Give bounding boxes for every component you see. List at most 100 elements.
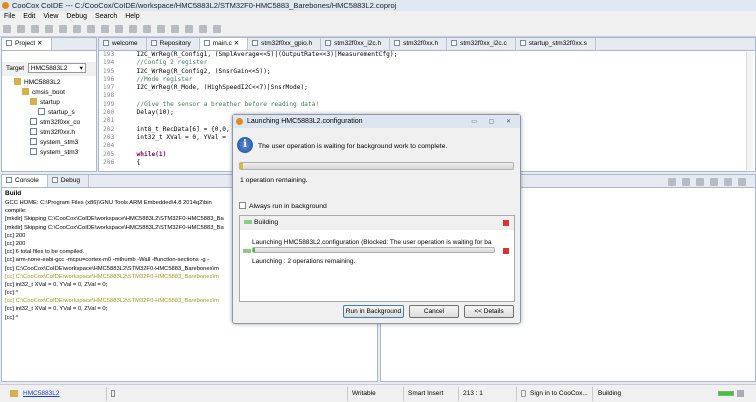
tab-stm32f0xx_i2c-h[interactable]: stm32f0xx_i2c.h [321,38,391,50]
menu-file[interactable]: File [4,13,15,20]
details-button[interactable]: << Details [464,305,514,318]
menu-help[interactable]: Help [125,13,139,20]
always-background-checkbox[interactable]: Always run in background [239,202,327,210]
menu-debug[interactable]: Debug [66,13,87,20]
tab-label: startup_stm32f0xx.s [528,40,587,47]
tab-welcome[interactable]: welcome [99,38,147,50]
job-title: Launching HMC5883L2.configuration (Block… [252,239,492,246]
line-number: 193 [103,51,115,58]
highlight-icon[interactable] [157,25,165,33]
nav-icon[interactable] [3,25,11,33]
tab-startup_stm32f0xx-s[interactable]: startup_stm32f0xx.s [516,38,596,50]
tree-item[interactable]: system_stm3 [2,138,96,148]
stop-icon[interactable] [503,220,509,226]
tab-project[interactable]: Project ✕ [2,38,52,50]
tab-console[interactable]: Console [2,175,48,187]
run-to-line-icon[interactable] [115,25,123,33]
clear-console-icon[interactable] [696,178,704,186]
code-line: 197 I2C_WrReg(R_Mode, (HighSpeedI2C<<7)|… [103,84,755,92]
chevron-down-icon: ▾ [79,65,83,73]
prev-annotation-icon[interactable] [185,25,193,33]
step-over-icon[interactable] [87,25,95,33]
tree-item[interactable]: startup [2,98,96,108]
window-controls[interactable]: ▭ ▢ ✕ [471,116,516,129]
tab-debug[interactable]: Debug [48,175,90,187]
tab-repository[interactable]: Repository [147,38,200,50]
remaining-text: 1 operation remaining. [240,177,308,184]
close-icon[interactable]: ✕ [232,40,239,47]
line-text: int8_t RecData[6] = {0,0, [121,125,230,133]
file-icon [394,40,401,46]
checkbox[interactable] [239,202,246,209]
window-title: CooCox CoIDE --- C:/CooCox/CoIDE/workspa… [12,1,397,10]
line-text: Delay(10); [121,109,174,117]
job-group: Building [240,216,514,230]
status-project-link[interactable]: HMC5883L2 [23,385,60,402]
maximize-icon[interactable] [738,178,746,186]
checkbox-label: Always run in background [249,203,327,210]
line-number: 201 [103,117,115,125]
cancel-button[interactable]: Cancel [409,305,459,318]
line-text: //Config 2 register [121,59,208,67]
status-bar: HMC5883L2 Writable Smart Insert 213 : 1 … [0,384,756,402]
tab-main-c[interactable]: main.c ✕ [199,38,249,50]
open-console-icon[interactable] [710,178,718,186]
line-number: 197 [103,84,115,92]
tab-stm32f0xx_gpio-h[interactable]: stm32f0xx_gpio.h [248,38,322,50]
pause-icon[interactable] [45,25,53,33]
progress-indicator[interactable] [718,391,734,396]
tree-item[interactable]: cmsis_boot [2,88,96,98]
project-pane: Project ✕ Target HMC5883L2 ▾ HMC5883L2 cm… [1,37,97,172]
scroll-lock-icon[interactable] [668,178,676,186]
project-folder-icon [10,390,18,397]
tree-item[interactable]: stm32f0xx_co [2,118,96,128]
progress-view-icon[interactable] [737,390,744,397]
tab-stm32f0xx-h[interactable]: stm32f0xx.h [390,38,448,50]
tab-stm32f0xx_i2c-c[interactable]: stm32f0xx_i2c.c [447,38,516,50]
asm-file-icon [38,108,45,115]
launch-dialog: Launching HMC5883L2.configuration ▭ ▢ ✕ … [232,114,521,324]
tree-item-label: system_stm3 [40,139,79,146]
tree-item[interactable]: stm32f0xx.h [2,128,96,138]
status-insert-mode: Smart Insert [408,390,444,397]
tree-item[interactable]: HMC5883L2 [2,78,96,88]
stop-icon[interactable] [503,248,509,254]
tree-item-label: startup [40,99,60,106]
sign-in-link[interactable]: Sign in to CooCox... [530,385,588,402]
launch-icon[interactable] [143,25,151,33]
job-list: Building Launching HMC5883L2.configurati… [239,215,515,302]
target-select[interactable]: HMC5883L2 ▾ [27,63,86,74]
progress-bar [239,162,514,170]
code-line: 193 I2C_WrReg(R_Config1, (SmplAverage<<5… [103,51,755,59]
back-icon[interactable] [199,25,207,33]
stop-icon[interactable] [59,25,67,33]
open-project-icon[interactable] [129,25,137,33]
c-file-icon [30,148,37,155]
step-into-icon[interactable] [73,25,81,33]
file-icon [325,40,332,46]
file-icon [150,40,157,46]
job-status: Launching : 2 operations remaining. [252,258,356,265]
tree-item[interactable]: startup_s [2,108,96,118]
dialog-title: Launching HMC5883L2.configuration [247,118,363,125]
pin-icon[interactable] [682,178,690,186]
editor-scrollbar[interactable] [746,52,753,170]
menu-search[interactable]: Search [95,13,117,20]
run-in-background-button[interactable]: Run in Background [343,305,404,318]
tree-item[interactable]: system_stm3 [2,148,96,158]
next-annotation-icon[interactable] [171,25,179,33]
menu-edit[interactable]: Edit [23,13,35,20]
warning-icon [236,118,243,125]
minimize-icon[interactable] [724,178,732,186]
tab-label: welcome [112,40,138,47]
line-number: 195 [103,67,115,75]
menu-view[interactable]: View [43,13,58,20]
forward-icon[interactable] [213,25,221,33]
project-tree: HMC5883L2 cmsis_boot startup startup_s stm32… [2,76,96,158]
job-icon [243,249,251,253]
line-text: { [121,158,141,166]
run-icon[interactable] [31,25,39,33]
file-icon [252,40,259,46]
step-return-icon[interactable] [101,25,109,33]
build-icon[interactable] [17,25,25,33]
